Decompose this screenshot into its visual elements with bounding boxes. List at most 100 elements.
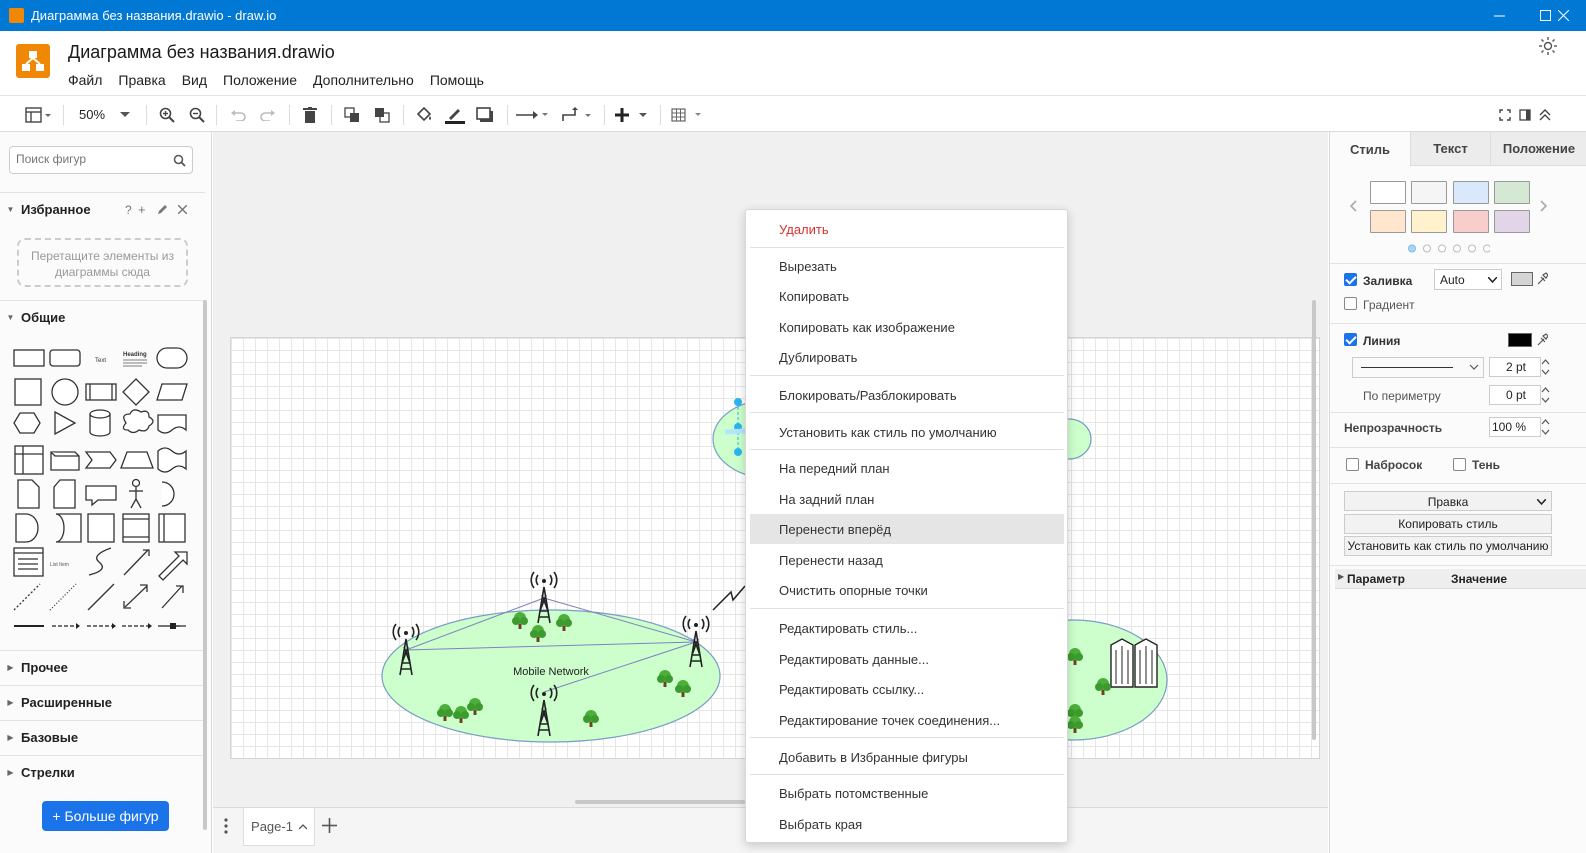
menu-item-bring-forward[interactable]: Перенести вперёд	[750, 514, 1064, 544]
favorites-add-icon[interactable]: +	[138, 202, 146, 217]
section-general[interactable]: ▼ Общие	[0, 300, 205, 334]
menu-item-duplicate[interactable]: Дублировать	[746, 342, 1067, 372]
copy-style-button[interactable]: Копировать стиль	[1344, 514, 1552, 534]
fill-checkbox[interactable]	[1344, 273, 1357, 286]
style-swatch[interactable]	[1411, 181, 1447, 204]
line-color-swatch[interactable]	[1508, 333, 1532, 347]
favorites-close-icon[interactable]	[178, 205, 187, 214]
favorites-help-icon[interactable]: ?	[125, 203, 132, 217]
canvas-vertical-scrollbar[interactable]	[1312, 300, 1316, 740]
panel-toggle-icon[interactable]	[20, 96, 56, 133]
menu-item-set-default-style[interactable]: Установить как стиль по умолчанию	[746, 417, 1067, 447]
fill-mode-select[interactable]: Auto	[1434, 269, 1502, 290]
menu-item-lock-unlock[interactable]: Блокировать/Разблокировать	[746, 380, 1067, 410]
insert-icon[interactable]	[614, 96, 652, 133]
sidebar-scrollbar[interactable]	[203, 300, 207, 830]
stepper-icon[interactable]	[1541, 386, 1550, 404]
line-eyedropper-icon[interactable]	[1536, 333, 1548, 347]
chevron-left-icon[interactable]	[1349, 200, 1357, 212]
page-menu-icon[interactable]	[224, 817, 228, 835]
menu-help[interactable]: Помощь	[422, 72, 492, 88]
style-swatch[interactable]	[1494, 210, 1530, 233]
minimize-button[interactable]	[1476, 0, 1522, 31]
menu-item-to-back[interactable]: На задний план	[746, 484, 1067, 514]
line-color-icon[interactable]	[443, 96, 467, 133]
menu-view[interactable]: Вид	[174, 72, 215, 88]
sketch-checkbox[interactable]	[1346, 458, 1359, 471]
favorites-drop-zone[interactable]: Перетащите элементы из диаграммы сюда	[17, 238, 188, 287]
menu-item-edit-link[interactable]: Редактировать ссылку...	[746, 674, 1067, 704]
menu-item-add-to-favorites[interactable]: Добавить в Избранные фигуры	[746, 742, 1067, 772]
fill-color-icon[interactable]	[412, 96, 436, 133]
menu-item-edit-style[interactable]: Редактировать стиль...	[746, 613, 1067, 643]
zoom-select[interactable]: 50%	[72, 96, 134, 133]
menu-item-send-backward[interactable]: Перенести назад	[746, 545, 1067, 575]
close-button[interactable]	[1540, 0, 1586, 31]
section-advanced[interactable]: ▶ Расширенные	[0, 685, 205, 719]
line-width-input[interactable]: 2 pt	[1489, 357, 1541, 377]
style-swatch[interactable]	[1453, 210, 1489, 233]
section-misc[interactable]: ▶ Прочее	[0, 650, 205, 684]
chevron-up-icon[interactable]	[298, 823, 307, 830]
line-pattern-select[interactable]	[1352, 357, 1484, 378]
to-front-icon[interactable]	[340, 96, 364, 133]
shadow-checkbox[interactable]	[1453, 458, 1466, 471]
stepper-icon[interactable]	[1541, 358, 1550, 376]
table-icon[interactable]	[670, 96, 706, 133]
menu-item-edit-connection-points[interactable]: Редактирование точек соединения...	[746, 705, 1067, 735]
menu-extras[interactable]: Дополнительно	[305, 72, 422, 88]
menu-item-select-edges[interactable]: Выбрать края	[746, 809, 1067, 839]
tab-text[interactable]: Текст	[1410, 132, 1490, 166]
menu-item-clear-waypoints[interactable]: Очистить опорные точки	[746, 575, 1067, 605]
tab-arrange[interactable]: Положение	[1490, 132, 1586, 166]
line-checkbox[interactable]	[1344, 333, 1357, 346]
general-shapes-palette[interactable]: Text Heading List Item	[10, 342, 195, 632]
menu-item-cut[interactable]: Вырезать	[746, 251, 1067, 281]
section-arrows[interactable]: ▶ Стрелки	[0, 755, 205, 789]
to-back-icon[interactable]	[370, 96, 394, 133]
menu-item-delete[interactable]: Удалить	[746, 214, 1067, 244]
section-favorites[interactable]: ▼ Избранное ? +	[0, 192, 205, 226]
add-page-icon[interactable]	[322, 818, 337, 833]
zoom-in-icon[interactable]	[155, 96, 179, 133]
theme-sun-icon[interactable]	[1538, 36, 1558, 56]
format-panel-icon[interactable]	[1516, 96, 1534, 133]
shadow-icon[interactable]	[473, 96, 497, 133]
document-title[interactable]: Диаграмма без названия.drawio	[68, 42, 335, 63]
menu-item-select-descendants[interactable]: Выбрать потомственные	[746, 778, 1067, 808]
menu-arrange[interactable]: Положение	[215, 72, 305, 88]
fill-eyedropper-icon[interactable]	[1536, 272, 1548, 286]
menu-item-edit-data[interactable]: Редактировать данные...	[746, 644, 1067, 674]
stepper-icon[interactable]	[1541, 418, 1550, 436]
favorites-edit-icon[interactable]	[157, 204, 168, 215]
style-swatch[interactable]	[1370, 181, 1406, 204]
style-swatch[interactable]	[1411, 210, 1447, 233]
menu-item-to-front[interactable]: На передний план	[746, 453, 1067, 483]
gradient-checkbox[interactable]	[1344, 297, 1357, 310]
shape-search-input[interactable]	[16, 152, 166, 166]
shape-search-box[interactable]	[9, 146, 193, 174]
collapse-icon[interactable]	[1536, 96, 1554, 133]
edit-style-select[interactable]: Правка	[1344, 491, 1552, 511]
menu-item-copy[interactable]: Копировать	[746, 281, 1067, 311]
connection-style-icon[interactable]	[515, 96, 551, 133]
delete-icon[interactable]	[298, 96, 322, 133]
chevron-right-icon[interactable]	[1540, 200, 1548, 212]
menu-file[interactable]: Файл	[60, 72, 110, 88]
menu-edit[interactable]: Правка	[110, 72, 173, 88]
tab-style[interactable]: Стиль	[1330, 132, 1410, 166]
swatch-page-dots[interactable]	[1408, 244, 1490, 253]
undo-icon[interactable]	[226, 96, 250, 133]
search-icon[interactable]	[173, 154, 186, 167]
page-tab[interactable]: Page-1	[243, 808, 315, 846]
canvas-horizontal-scrollbar[interactable]	[575, 800, 745, 804]
section-basic[interactable]: ▶ Базовые	[0, 720, 205, 754]
expand-arrow-icon[interactable]: ▶	[1338, 572, 1344, 581]
more-shapes-button[interactable]: + Больше фигур	[42, 801, 169, 831]
redo-icon[interactable]	[256, 96, 280, 133]
style-swatch[interactable]	[1370, 210, 1406, 233]
style-swatch[interactable]	[1453, 181, 1489, 204]
fullscreen-icon[interactable]	[1496, 96, 1514, 133]
fill-color-swatch[interactable]	[1511, 272, 1533, 286]
waypoints-icon[interactable]	[560, 96, 596, 133]
